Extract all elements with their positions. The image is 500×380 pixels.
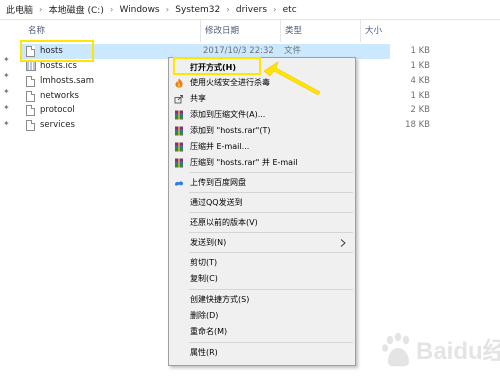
huorong-flame-icon	[175, 78, 183, 88]
file-name: services	[40, 120, 75, 130]
chevron-right-icon: ›	[109, 5, 114, 14]
file-size: 1 KB	[410, 61, 430, 71]
menu-item-label: 复制(C)	[190, 274, 218, 283]
chevron-right-icon: ›	[226, 5, 230, 14]
menu-separator	[189, 172, 353, 173]
column-header-name[interactable]: 名称	[24, 20, 201, 42]
chevron-right-icon: ›	[39, 5, 43, 14]
chevron-right-icon	[340, 239, 346, 247]
share-icon	[174, 95, 183, 104]
chevron-right-icon: ›	[165, 5, 170, 14]
menu-item-copy[interactable]: 复制(C)	[170, 271, 354, 287]
breadcrumb: 此电脑 › 本地磁盘 (C:) › Windows › System32 › d…	[0, 0, 500, 20]
file-name: protocol	[40, 105, 75, 115]
menu-item-label: 上传到百度网盘	[190, 178, 246, 187]
menu-item-label: 发送到(N)	[190, 238, 227, 247]
ics-file-icon	[26, 61, 36, 71]
file-icon	[26, 91, 35, 102]
menu-item-properties[interactable]: 属性(R)	[170, 345, 354, 361]
menu-item-label: 删除(D)	[190, 311, 219, 320]
file-size: 2 KB	[410, 105, 430, 115]
menu-item-create-shortcut[interactable]: 创建快捷方式(S)	[170, 292, 354, 308]
menu-item-cut[interactable]: 剪切(T)	[170, 255, 354, 271]
pin-icon[interactable]: ✦	[3, 72, 11, 80]
menu-item-send-to[interactable]: 发送到(N)	[170, 235, 354, 251]
breadcrumb-system32[interactable]: System32	[173, 5, 222, 15]
menu-item-label: 添加到压缩文件(A)...	[190, 110, 266, 119]
context-menu: 打开方式(H) 使用火绒安全进行杀毒 共享 添加到压缩文件(A)... 添加到 …	[168, 57, 356, 366]
pin-icon[interactable]: ✦	[3, 56, 11, 64]
menu-item-label: 压缩并 E-mail...	[190, 142, 250, 151]
menu-item-label: 使用火绒安全进行杀毒	[190, 78, 270, 87]
breadcrumb-local-disk[interactable]: 本地磁盘 (C:)	[47, 3, 106, 16]
highlight-box-open-with	[173, 57, 261, 75]
file-name: networks	[40, 91, 79, 101]
menu-item-add-to-hosts-rar[interactable]: 添加到 "hosts.rar"(T)	[170, 123, 354, 139]
column-header-date[interactable]: 修改日期	[201, 20, 281, 42]
file-size: 18 KB	[405, 120, 430, 130]
winrar-archive-icon	[175, 142, 183, 152]
menu-separator	[189, 212, 353, 213]
menu-item-add-to-archive[interactable]: 添加到压缩文件(A)...	[170, 107, 354, 123]
file-list-header: 名称 修改日期 类型 大小	[18, 20, 500, 42]
breadcrumb-drivers[interactable]: drivers	[234, 5, 269, 15]
breadcrumb-this-pc[interactable]: 此电脑	[4, 3, 35, 16]
navigation-pane: ✦ ✦ ✦ ✦ ✦	[0, 20, 16, 380]
pin-icon[interactable]: ✦	[3, 88, 11, 96]
winrar-archive-icon	[175, 110, 183, 120]
menu-item-restore-previous[interactable]: 还原以前的版本(V)	[170, 215, 354, 231]
breadcrumb-windows[interactable]: Windows	[117, 5, 161, 15]
winrar-archive-icon	[175, 158, 183, 168]
menu-separator	[189, 192, 353, 193]
file-size: 1 KB	[410, 91, 430, 101]
menu-separator	[189, 289, 353, 290]
file-size: 1 KB	[410, 46, 430, 56]
menu-item-label: 通过QQ发送到	[190, 198, 243, 207]
menu-item-label: 压缩到 "hosts.rar" 并 E-mail	[190, 158, 298, 167]
baidu-netdisk-icon	[175, 181, 183, 186]
menu-item-label: 重命名(M)	[190, 327, 228, 336]
menu-item-send-qq[interactable]: 通过QQ发送到	[170, 195, 354, 211]
menu-item-label: 剪切(T)	[190, 258, 218, 267]
watermark-text: Baidu经验	[416, 337, 500, 365]
highlight-box-hosts	[20, 40, 94, 62]
menu-separator	[189, 232, 353, 233]
pin-icon[interactable]: ✦	[3, 104, 11, 112]
menu-item-label: 共享	[190, 94, 206, 103]
menu-item-compress-hosts-email[interactable]: 压缩到 "hosts.rar" 并 E-mail	[170, 155, 354, 171]
callout-arrow-icon	[263, 61, 321, 96]
file-icon	[26, 76, 35, 87]
breadcrumb-etc[interactable]: etc	[281, 5, 299, 15]
file-icon	[26, 120, 35, 131]
chevron-right-icon: ›	[273, 5, 277, 14]
file-size: 4 KB	[410, 76, 430, 86]
file-name: lmhosts.sam	[40, 76, 95, 86]
winrar-archive-icon	[175, 126, 183, 136]
menu-item-label: 属性(R)	[190, 348, 218, 357]
menu-item-label: 还原以前的版本(V)	[190, 218, 258, 227]
menu-separator	[189, 342, 353, 343]
column-header-type[interactable]: 类型	[281, 20, 361, 42]
column-header-size[interactable]: 大小	[361, 20, 411, 42]
menu-item-upload-baidu[interactable]: 上传到百度网盘	[170, 175, 354, 191]
menu-item-rename[interactable]: 重命名(M)	[170, 324, 354, 340]
menu-item-delete[interactable]: 删除(D)	[170, 308, 354, 324]
file-icon	[26, 105, 35, 116]
pin-icon[interactable]: ✦	[3, 120, 11, 128]
menu-item-label: 创建快捷方式(S)	[190, 295, 250, 304]
menu-item-compress-email[interactable]: 压缩并 E-mail...	[170, 139, 354, 155]
menu-separator	[189, 252, 353, 253]
menu-item-label: 添加到 "hosts.rar"(T)	[190, 126, 271, 135]
baidu-watermark-logo: Baidu经验	[382, 332, 500, 367]
